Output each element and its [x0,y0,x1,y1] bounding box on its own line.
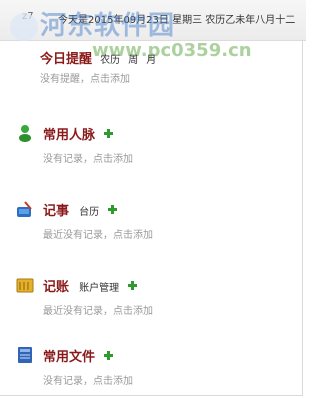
section-title: 常用文件 [43,350,96,365]
file-book-icon [18,347,32,363]
add-account-icon[interactable] [128,281,138,290]
link-account-manage[interactable]: 账户管理 [79,283,119,294]
contacts-icon [19,125,31,142]
link-week[interactable]: 周 [128,55,138,66]
watermark-site: 河东软件园 [40,11,176,41]
section-title: 记账 [43,280,70,295]
link-lunar[interactable]: 农历 [100,55,120,66]
ledger-icon [16,278,34,293]
empty-hint[interactable]: 最近没有记录，点击添加 [43,226,153,241]
section-title: 记事 [43,204,70,219]
empty-hint[interactable]: 没有记录，点击添加 [43,372,133,387]
add-file-icon[interactable] [104,351,114,360]
add-contact-icon[interactable] [104,129,114,138]
watermark-logo-icon [10,13,38,41]
section-title: 今日提醒 [40,52,93,67]
notes-icon [17,201,32,217]
add-note-icon[interactable] [108,205,118,214]
empty-hint[interactable]: 最近没有记录，点击添加 [43,302,153,317]
empty-hint[interactable]: 没有提醒，点击添加 [40,70,130,85]
section-title: 常用人脉 [43,128,96,143]
link-month[interactable]: 月 [146,55,156,66]
empty-hint[interactable]: 没有记录，点击添加 [43,150,133,165]
link-calendar[interactable]: 台历 [79,207,99,218]
